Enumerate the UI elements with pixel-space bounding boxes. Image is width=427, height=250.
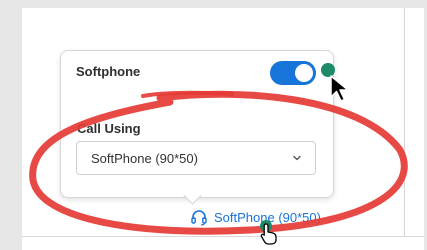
mouse-cursor-icon [330, 75, 349, 102]
annotation-ellipse [29, 90, 408, 235]
annotation-overlay [29, 63, 408, 235]
hand-cursor-icon [260, 223, 277, 245]
